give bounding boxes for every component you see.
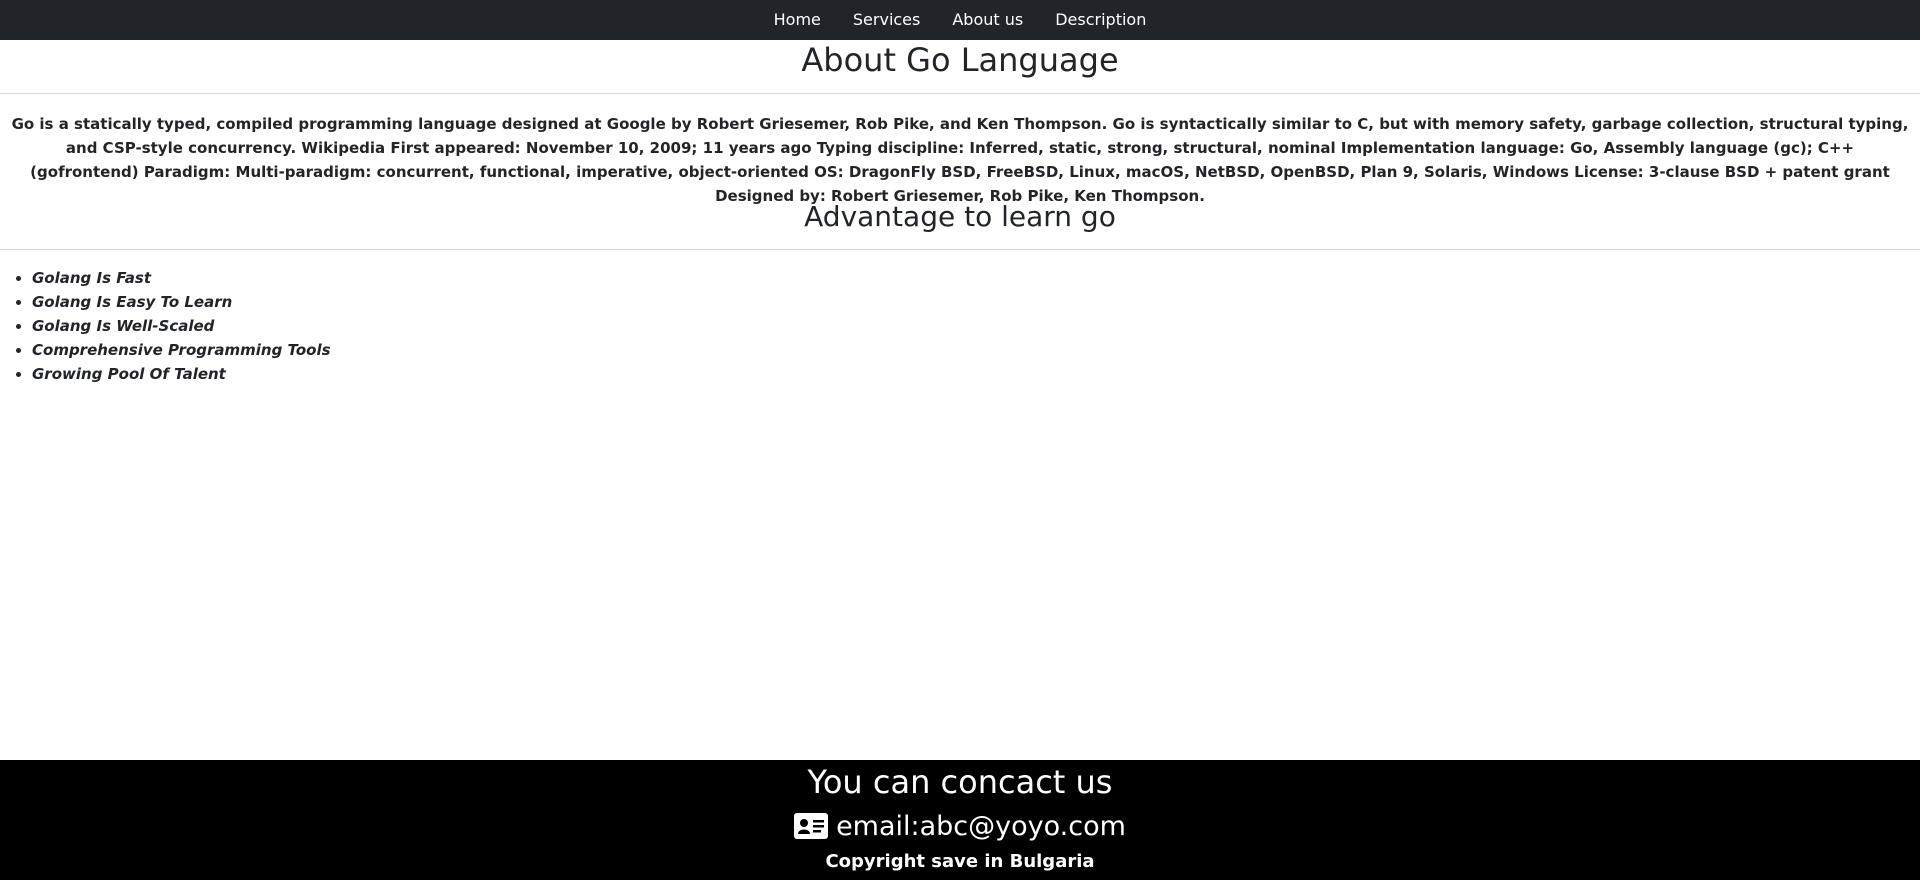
page: Home Services About us Description About…	[0, 0, 1920, 880]
about-divider	[0, 93, 1920, 94]
about-title: About Go Language	[801, 41, 1119, 79]
list-item: Golang Is Well-Scaled	[32, 314, 331, 338]
list-item: Growing Pool Of Talent	[32, 362, 331, 386]
footer-email: email:abc@yoyo.com	[0, 806, 1920, 846]
list-item: Golang Is Fast	[32, 266, 331, 290]
advantages-title: Advantage to learn go	[804, 200, 1116, 233]
footer-email-text: email:abc@yoyo.com	[836, 810, 1126, 842]
nav-link-home[interactable]: Home	[758, 10, 837, 29]
list-item: Comprehensive Programming Tools	[32, 338, 331, 362]
advantages-list: Golang Is Fast Golang Is Easy To Learn G…	[0, 266, 331, 386]
about-description: Go is a statically typed, compiled progr…	[11, 115, 1909, 205]
nav-list: Home Services About us Description	[758, 0, 1163, 40]
list-item: Golang Is Easy To Learn	[32, 290, 331, 314]
nav-link-description[interactable]: Description	[1039, 10, 1162, 29]
footer-copyright: Copyright save in Bulgaria	[825, 851, 1095, 872]
footer-title: You can concact us	[807, 763, 1113, 801]
advantages-divider	[0, 249, 1920, 250]
navbar: Home Services About us Description	[0, 0, 1920, 40]
nav-link-about-us[interactable]: About us	[936, 10, 1039, 29]
footer: You can concact us email:abc@yoyo.com Co…	[0, 760, 1920, 880]
address-card-icon	[794, 813, 829, 839]
nav-link-services[interactable]: Services	[837, 10, 936, 29]
